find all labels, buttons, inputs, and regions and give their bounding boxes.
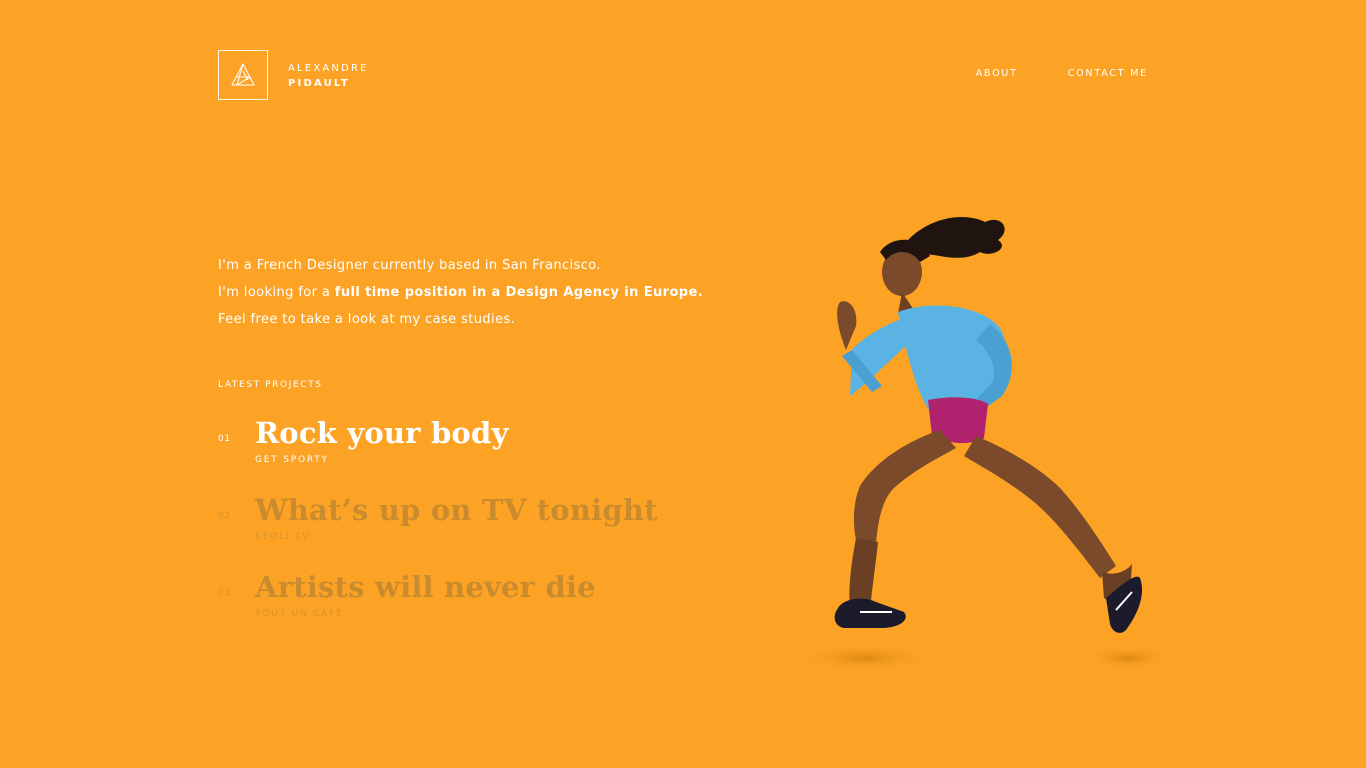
runner-athlete-illustration xyxy=(795,217,1173,672)
logo-button[interactable] xyxy=(218,50,268,100)
main-nav: ABOUT CONTACT ME xyxy=(976,68,1148,79)
page: ALEXANDRE PIDAULT ABOUT CONTACT ME I'm a… xyxy=(0,0,1366,768)
hero-image xyxy=(780,200,1180,680)
intro-line-2-prefix: I'm looking for a xyxy=(218,285,335,300)
latest-projects-label: LATEST PROJECTS xyxy=(218,380,323,390)
intro-text: I'm a French Designer currently based in… xyxy=(218,252,703,333)
brand-last-name: PIDAULT xyxy=(288,78,350,89)
intro-line-2-bold: full time position in a Design Agency in… xyxy=(334,285,704,300)
nav-contact-link[interactable]: CONTACT ME xyxy=(1068,68,1148,79)
triangle-logo-icon xyxy=(231,63,255,86)
intro-line-1: I'm a French Designer currently based in… xyxy=(218,258,601,273)
brand-first-name: ALEXANDRE xyxy=(288,63,369,74)
project-title[interactable]: Rock your body xyxy=(255,416,509,450)
brand-name[interactable]: ALEXANDRE PIDAULT xyxy=(288,61,369,91)
project-title[interactable]: What’s up on TV tonight xyxy=(255,493,658,527)
project-subtitle: GET SPORTY xyxy=(255,455,329,465)
project-number: 03 xyxy=(218,588,231,598)
intro-line-3: Feel free to take a look at my case stud… xyxy=(218,312,516,327)
project-title[interactable]: Artists will never die xyxy=(255,570,596,604)
project-subtitle: TOUT UN CAFÉ xyxy=(255,609,344,619)
project-number: 02 xyxy=(218,511,231,521)
intro-line-2: I'm looking for a full time position in … xyxy=(218,279,703,306)
project-number: 01 xyxy=(218,434,231,444)
nav-about-link[interactable]: ABOUT xyxy=(976,68,1018,79)
project-subtitle: KEOLI TV xyxy=(255,532,311,542)
